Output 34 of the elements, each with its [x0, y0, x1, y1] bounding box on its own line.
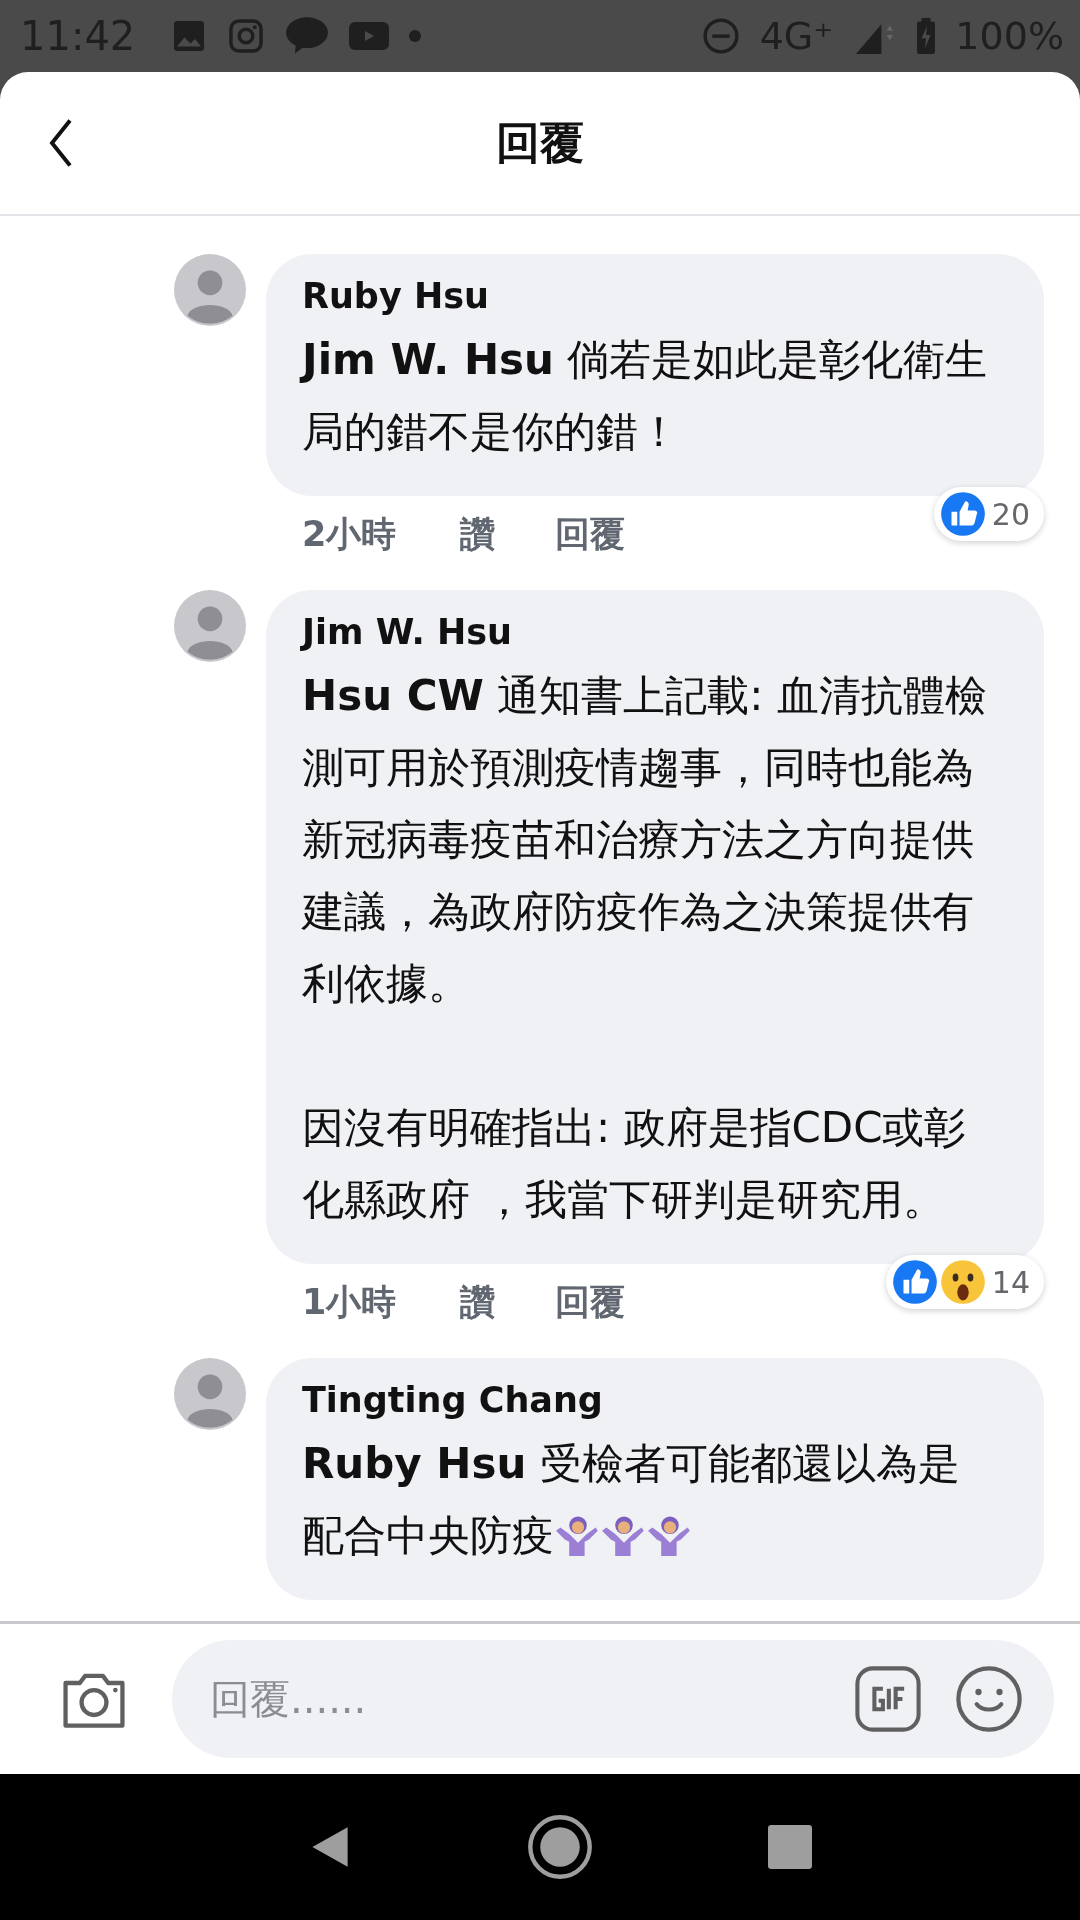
thumbs-up-icon	[939, 491, 986, 537]
reaction-pill[interactable]: 14	[885, 1255, 1044, 1309]
dot-icon	[409, 30, 422, 42]
comment-time: 2小時	[301, 512, 397, 556]
reply-input-field[interactable]: 回覆......	[208, 1675, 822, 1723]
comment-author[interactable]: Ruby Hsu	[302, 276, 1006, 316]
home-icon[interactable]	[527, 1814, 593, 1880]
play-icon	[349, 22, 390, 50]
chat-bubble-icon	[285, 16, 330, 56]
reply-button[interactable]: 回覆	[535, 510, 646, 558]
comment-text: 配合中央防疫	[302, 1510, 554, 1562]
thumbs-up-icon	[891, 1259, 938, 1305]
avatar-icon[interactable]	[174, 1358, 246, 1430]
avatar-icon[interactable]	[174, 254, 246, 326]
comment-text: Hsu CW 通知書上記載: 血清抗體檢測可用於預測疫情趨事，同時也能為新冠病毒疫苗和治療方法之方向提供建議，為政府防疫作為之決策提供有利依據。	[302, 670, 988, 1010]
gif-icon[interactable]	[852, 1665, 924, 1733]
comment-author[interactable]: Jim W. Hsu	[302, 612, 1006, 652]
recents-icon[interactable]	[768, 1825, 813, 1869]
battery-icon	[917, 17, 936, 55]
like-button[interactable]: 讚	[440, 510, 516, 558]
smiley-icon[interactable]	[954, 1664, 1024, 1734]
reply-button[interactable]: 回覆	[535, 1278, 646, 1326]
avatar-icon[interactable]	[174, 590, 246, 662]
page-title: 回覆	[496, 115, 584, 170]
camera-icon	[227, 17, 266, 55]
like-button[interactable]: 讚	[440, 1278, 516, 1326]
comment-text: 因沒有明確指出: 政府是指CDC或彰化縣政府 ，我當下研判是研究用。	[302, 1102, 968, 1226]
do-not-disturb-icon	[701, 17, 740, 55]
reaction-pill[interactable]: 20	[933, 487, 1044, 541]
comment-author[interactable]: Tingting Chang	[302, 1380, 1006, 1420]
surprised-face-icon	[939, 1259, 986, 1305]
comment-text: Ruby Hsu 受檢者可能都還以為是	[302, 1438, 960, 1490]
reply-field[interactable]: 回覆......	[172, 1640, 1054, 1758]
comment-time: 1小時	[301, 1280, 397, 1324]
